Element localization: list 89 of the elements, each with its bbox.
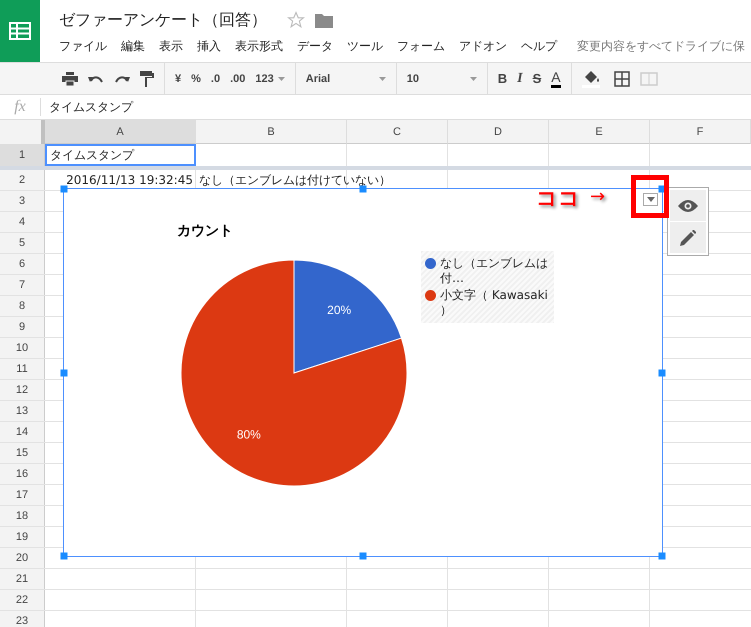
decrease-decimal-button[interactable]: .0 [210,72,220,84]
row-header[interactable]: 16 [0,464,45,484]
annotation-text: ココ [536,185,580,212]
text-color-button[interactable]: A [551,69,561,88]
row-header[interactable]: 4 [0,212,45,232]
number-format-dropdown[interactable]: 123 [255,72,285,84]
edit-button[interactable] [670,222,706,253]
view-button[interactable] [670,190,706,221]
menu-item[interactable]: ヘルプ [521,38,557,55]
table-cell[interactable]: タイムスタンプ [45,144,196,166]
row-header[interactable]: 9 [0,317,45,337]
caret-icon [278,76,285,80]
resize-handle[interactable] [360,552,366,560]
column-header[interactable]: F [650,120,751,144]
slice-label: 20% [327,303,352,317]
formula-input[interactable]: タイムスタンプ [49,98,133,116]
row-header[interactable]: 7 [0,275,45,295]
menu-item[interactable]: フォーム [397,38,445,55]
formula-label: fx [0,98,41,116]
eye-icon [678,198,698,212]
column-header[interactable]: E [549,120,650,144]
row-header[interactable]: 17 [0,485,45,505]
row-header[interactable]: 21 [0,569,45,589]
legend-label: 小文字（ Kawasaki） [440,288,549,318]
strikethrough-button[interactable]: S [532,71,542,86]
star-icon[interactable] [287,11,305,29]
chart-menu-button[interactable] [643,193,658,206]
annotation-arrow: → [590,186,606,207]
document-title[interactable]: ゼファーアンケート（回答） [59,10,267,30]
redo-icon[interactable] [114,74,130,84]
resize-handle[interactable] [60,369,68,376]
row-header[interactable]: 11 [0,359,45,379]
percent-button[interactable]: % [191,72,201,84]
row-header[interactable]: 10 [0,338,45,358]
row-header[interactable]: 20 [0,548,45,568]
save-status[interactable]: 変更内容をすべてドライブに保 [577,38,745,55]
chart-title: カウント [177,222,233,240]
resize-handle[interactable] [60,552,68,560]
resize-handle[interactable] [60,186,68,192]
row-header[interactable]: 6 [0,254,45,274]
menu-item[interactable]: データ [297,38,333,55]
pencil-icon [680,230,696,246]
menu-item[interactable]: 表示形式 [235,38,283,55]
row-header[interactable]: 2 [0,170,45,190]
row-header[interactable]: 18 [0,506,45,526]
column-header[interactable]: B [196,120,347,144]
table-cell: 2016/11/13 19:32:45 [66,172,193,188]
borders-icon[interactable] [614,70,630,86]
caret-icon [470,76,477,80]
caret-icon [378,76,386,80]
row-header[interactable]: 15 [0,443,45,463]
row-header[interactable]: 22 [0,590,45,610]
sheets-logo-icon[interactable] [0,0,40,62]
merge-cells-icon[interactable] [640,72,658,86]
resize-handle[interactable] [360,186,366,192]
menu-item[interactable]: 編集 [121,38,145,55]
slice-label: 80% [236,427,261,442]
folder-icon[interactable] [315,12,333,28]
row-header[interactable]: 13 [0,401,45,421]
menu-item[interactable]: ファイル [59,38,107,55]
row-header[interactable]: 23 [0,611,45,627]
row-header[interactable]: 14 [0,422,45,442]
currency-button[interactable]: ¥ [175,72,182,84]
row-header[interactable]: 8 [0,296,45,316]
row-header[interactable]: 1 [0,144,45,166]
column-header[interactable]: A [45,120,196,144]
font-dropdown[interactable]: Arial [306,72,386,84]
font-size-dropdown[interactable]: 10 [406,72,477,84]
menu-item[interactable]: 挿入 [197,38,221,55]
row-header[interactable]: 3 [0,191,45,211]
resize-handle[interactable] [658,552,666,560]
paint-format-icon[interactable] [140,70,154,86]
row-header[interactable]: 12 [0,380,45,400]
highlight-frame [631,175,669,218]
column-header[interactable]: C [347,120,448,144]
legend-label: なし（エンブレムは付… [440,256,549,286]
menu-item[interactable]: ツール [347,38,383,55]
row-header[interactable]: 5 [0,233,45,253]
row-header[interactable]: 19 [0,527,45,547]
undo-icon[interactable] [88,74,104,84]
menu-item[interactable]: アドオン [459,38,507,55]
column-header[interactable]: D [448,120,549,144]
italic-button[interactable]: I [517,70,523,86]
bold-button[interactable]: B [498,71,508,86]
increase-decimal-button[interactable]: .00 [230,72,246,84]
resize-handle[interactable] [658,369,666,376]
caret-icon [646,197,654,202]
print-icon[interactable] [62,72,78,86]
menu-item[interactable]: 表示 [159,38,183,55]
